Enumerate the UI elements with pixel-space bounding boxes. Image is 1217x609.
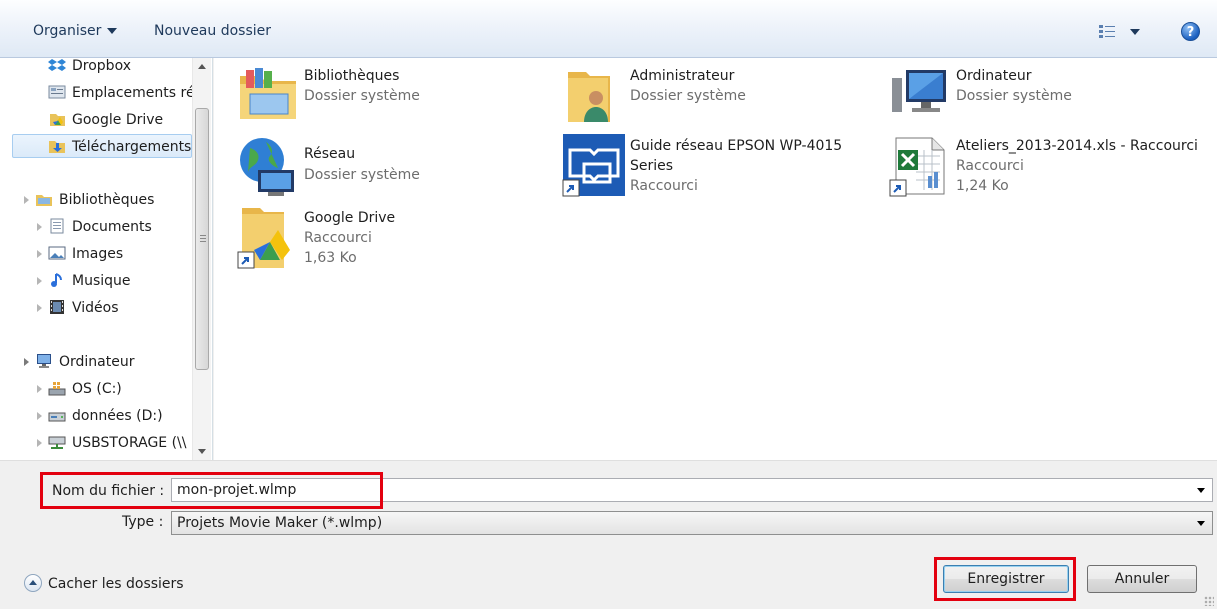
expand-arrow-icon[interactable] <box>37 385 42 393</box>
file-type: Dossier système <box>956 88 1072 104</box>
expand-arrow-icon[interactable] <box>37 304 42 312</box>
hide-folders-button[interactable]: Cacher les dossiers <box>24 573 184 595</box>
navigation-pane: Dropbox Emplacements ré Google Drive Tél… <box>0 58 213 460</box>
grip-icon <box>200 235 206 242</box>
chevron-down-icon <box>1130 29 1140 35</box>
computer-icon <box>892 70 946 112</box>
user-folder-icon <box>568 72 610 122</box>
scroll-down-icon[interactable] <box>198 449 206 454</box>
organise-button[interactable]: Organiser <box>33 20 118 42</box>
nav-item-music[interactable]: Musique <box>48 269 131 293</box>
nav-item-google-drive[interactable]: Google Drive <box>48 108 163 132</box>
downloads-icon <box>49 141 65 153</box>
file-item-ateliers-xls[interactable]: Ateliers_2013-2014.xls - Raccourci Racco… <box>888 134 1208 204</box>
dropbox-icon <box>48 59 66 71</box>
file-item-google-drive[interactable]: Google Drive Raccourci 1,63 Ko <box>236 206 536 276</box>
nav-item-computer[interactable]: Ordinateur <box>35 350 135 374</box>
expand-arrow-icon[interactable] <box>37 277 42 285</box>
images-icon <box>48 246 66 260</box>
file-name: Réseau <box>304 146 356 162</box>
nav-item-dropbox[interactable]: Dropbox <box>48 58 131 78</box>
epson-guide-shortcut-icon <box>562 134 625 197</box>
highlight-box-save <box>934 557 1076 601</box>
collapse-up-icon <box>24 574 42 592</box>
nav-item-os-drive[interactable]: OS (C:) <box>48 377 122 401</box>
file-size: 1,63 Ko <box>304 250 357 266</box>
file-type: Raccourci <box>956 158 1024 174</box>
file-type-value: Projets Movie Maker (*.wlmp) <box>177 515 383 531</box>
expand-arrow-icon[interactable] <box>24 358 29 366</box>
nav-item-documents[interactable]: Documents <box>48 215 152 239</box>
save-form: Nom du fichier : mon-projet.wlmp Type : … <box>0 460 1217 609</box>
music-icon <box>51 273 62 287</box>
libraries-folder-icon <box>240 68 296 119</box>
nav-item-network-drive[interactable]: USBSTORAGE (\\ <box>48 431 186 455</box>
nav-item-recent-places[interactable]: Emplacements ré <box>48 81 195 105</box>
chevron-down-icon[interactable] <box>1197 488 1205 493</box>
chevron-down-icon <box>107 28 118 34</box>
expand-arrow-icon[interactable] <box>37 439 42 447</box>
excel-shortcut-icon <box>889 137 945 197</box>
expand-arrow-icon[interactable] <box>37 250 42 258</box>
scrollbar-thumb[interactable] <box>195 108 209 370</box>
file-type: Dossier système <box>304 88 420 104</box>
google-drive-icon <box>50 114 65 126</box>
file-item-epson-guide[interactable]: Guide réseau EPSON WP-4015 Series Raccou… <box>562 134 862 204</box>
expand-arrow-icon[interactable] <box>24 196 29 204</box>
file-name: Ordinateur <box>956 68 1032 84</box>
nav-item-videos[interactable]: Vidéos <box>48 296 119 320</box>
file-item-network[interactable]: Réseau Dossier système <box>236 134 536 204</box>
type-label: Type : <box>122 514 164 530</box>
nav-item-downloads[interactable]: Téléchargements <box>12 134 192 158</box>
file-type: Dossier système <box>630 88 746 104</box>
expand-arrow-icon[interactable] <box>37 412 42 420</box>
nav-item-libraries[interactable]: Bibliothèques <box>35 188 154 212</box>
file-type: Raccourci <box>630 178 698 194</box>
videos-icon <box>50 300 64 314</box>
recent-places-icon <box>48 85 66 99</box>
file-type: Raccourci <box>304 230 372 246</box>
help-icon[interactable]: ? <box>1181 22 1200 41</box>
data-drive-icon <box>48 412 66 422</box>
file-type-select[interactable]: Projets Movie Maker (*.wlmp) <box>171 511 1213 535</box>
cancel-button[interactable]: Annuler <box>1087 565 1197 593</box>
file-name: Google Drive <box>304 210 396 226</box>
scroll-up-icon[interactable] <box>198 64 206 69</box>
resize-grip-icon[interactable] <box>1204 596 1214 606</box>
navigation-scrollbar[interactable] <box>192 58 211 460</box>
nav-item-data-drive[interactable]: données (D:) <box>48 404 163 428</box>
libraries-icon <box>36 195 52 206</box>
google-drive-shortcut-icon <box>237 208 290 269</box>
file-item-administrator[interactable]: Administrateur Dossier système <box>562 64 862 134</box>
command-bar: Organiser Nouveau dossier ? <box>0 0 1217 58</box>
network-globe-icon <box>240 138 294 196</box>
new-folder-button[interactable]: Nouveau dossier <box>154 20 271 42</box>
documents-icon <box>50 218 64 234</box>
computer-icon <box>37 354 51 368</box>
chevron-down-icon[interactable] <box>1197 521 1205 526</box>
file-list: Bibliothèques Dossier système Administra… <box>214 58 1217 460</box>
file-item-libraries[interactable]: Bibliothèques Dossier système <box>236 64 536 134</box>
file-name: Ateliers_2013-2014.xls - Raccourci <box>956 138 1198 154</box>
file-type: Dossier système <box>304 167 420 183</box>
view-details-icon <box>1099 25 1115 38</box>
file-item-computer[interactable]: Ordinateur Dossier système <box>888 64 1188 134</box>
file-size: 1,24 Ko <box>956 178 1009 194</box>
file-name: Administrateur <box>630 68 735 84</box>
os-drive-icon <box>48 382 66 396</box>
file-name: Guide réseau EPSON WP-4015 <box>630 138 843 154</box>
file-name: Bibliothèques <box>304 68 400 84</box>
network-drive-icon <box>48 436 66 449</box>
expand-arrow-icon[interactable] <box>37 223 42 231</box>
change-view-button[interactable] <box>1098 21 1144 43</box>
file-name-line2: Series <box>630 158 674 174</box>
highlight-box-filename <box>40 472 383 509</box>
organise-label: Organiser <box>33 23 102 39</box>
nav-item-images[interactable]: Images <box>48 242 123 266</box>
